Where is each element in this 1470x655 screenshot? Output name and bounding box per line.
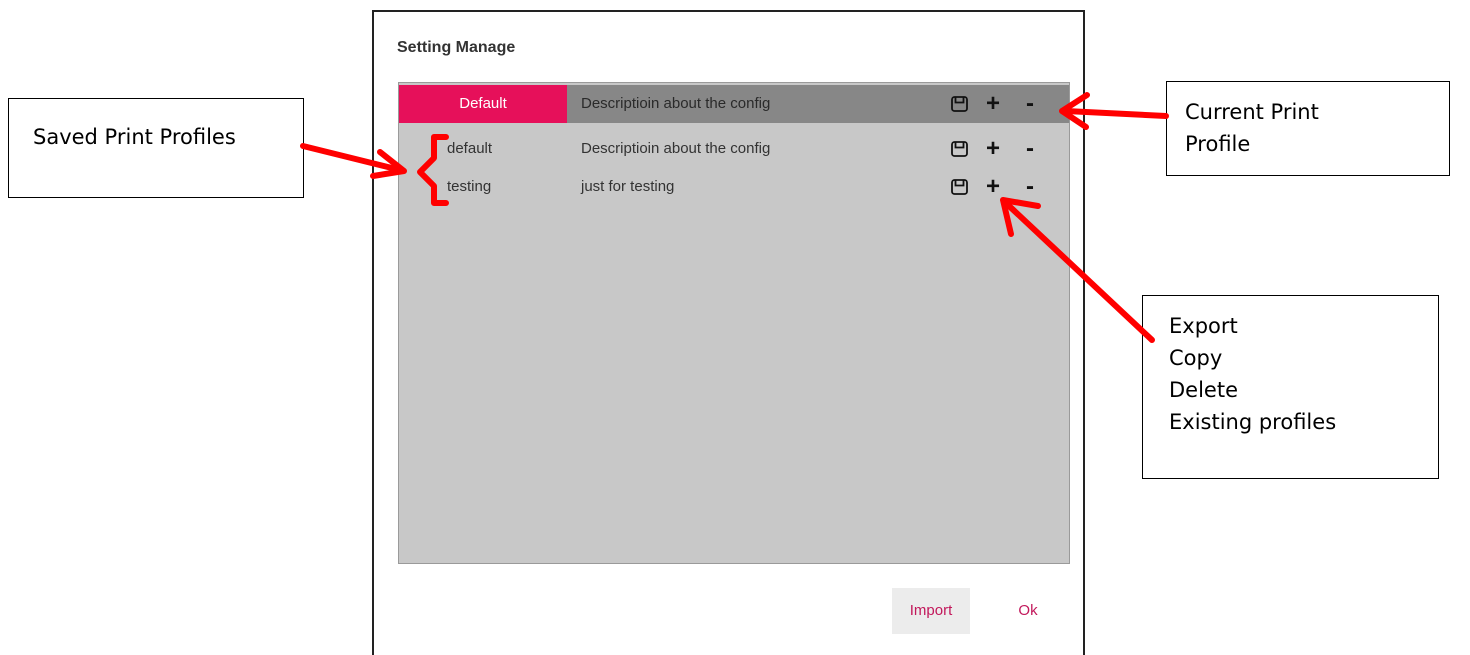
- copy-button[interactable]: +: [985, 130, 1001, 168]
- delete-button[interactable]: -: [1023, 85, 1037, 123]
- profile-actions: + -: [951, 130, 1061, 168]
- save-icon: [951, 179, 968, 195]
- profile-actions: + -: [951, 168, 1061, 206]
- delete-button[interactable]: -: [1023, 168, 1037, 206]
- current-profile-callout: Current Print Profile: [1166, 81, 1450, 176]
- setting-manage-dialog: Setting Manage Default Descriptioin abou…: [372, 10, 1085, 655]
- callout-text: Export: [1169, 314, 1238, 338]
- export-button[interactable]: [951, 130, 971, 168]
- profile-description: just for testing: [581, 178, 675, 195]
- save-icon: [951, 141, 968, 157]
- copy-button[interactable]: +: [985, 168, 1001, 206]
- profile-actions: + -: [951, 85, 1061, 123]
- callout-text: Delete: [1169, 378, 1238, 402]
- profile-description: Descriptioin about the config: [581, 95, 771, 112]
- copy-button[interactable]: +: [985, 85, 1001, 123]
- delete-button[interactable]: -: [1023, 130, 1037, 168]
- profile-list: Default Descriptioin about the config + …: [398, 82, 1070, 564]
- import-button[interactable]: Import: [892, 588, 970, 634]
- export-button[interactable]: [951, 85, 971, 123]
- saved-profiles-callout: Saved Print Profiles: [8, 98, 304, 198]
- callout-text: Saved Print Profiles: [33, 125, 236, 149]
- profile-row[interactable]: testing just for testing + -: [399, 168, 1069, 206]
- dialog-title: Setting Manage: [397, 39, 516, 56]
- profile-row[interactable]: default Descriptioin about the config + …: [399, 130, 1069, 168]
- callout-text: Existing profiles: [1169, 410, 1337, 434]
- callout-text: Profile: [1185, 132, 1251, 156]
- actions-callout: Export Copy Delete Existing profiles: [1142, 295, 1439, 479]
- profile-name: Default: [399, 85, 567, 123]
- export-button[interactable]: [951, 168, 971, 206]
- profile-description: Descriptioin about the config: [581, 140, 771, 157]
- save-icon: [951, 96, 968, 112]
- callout-text: Current Print: [1185, 100, 1319, 124]
- current-profile-row[interactable]: Default Descriptioin about the config + …: [399, 85, 1069, 123]
- profile-name: testing: [447, 178, 492, 195]
- callout-text: Copy: [1169, 346, 1223, 370]
- profile-name: default: [447, 140, 493, 157]
- ok-button[interactable]: Ok: [1000, 588, 1056, 634]
